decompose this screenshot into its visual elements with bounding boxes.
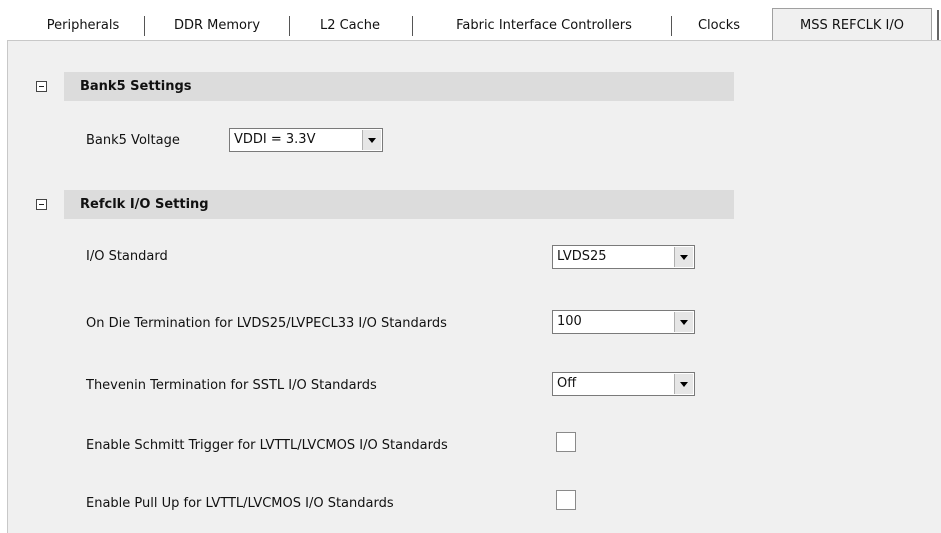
collapse-bank5-icon[interactable]: [36, 81, 47, 92]
settings-panel: [7, 40, 941, 533]
tab-mss-refclk-io[interactable]: MSS REFCLK I/O: [772, 8, 932, 41]
chevron-down-icon[interactable]: [674, 247, 693, 267]
tab-separator: [144, 16, 145, 36]
tab-separator: [671, 16, 672, 36]
tab-l2-cache[interactable]: L2 Cache: [298, 12, 402, 40]
pull-up-label: Enable Pull Up for LVTTL/LVCMOS I/O Stan…: [86, 496, 394, 511]
tab-edge: [937, 10, 939, 41]
chevron-down-icon[interactable]: [674, 374, 693, 394]
tab-ddr-memory[interactable]: DDR Memory: [156, 12, 278, 40]
tab-peripherals[interactable]: Peripherals: [28, 12, 138, 40]
refclk-section-title: Refclk I/O Setting: [80, 197, 209, 212]
io-standard-value: LVDS25: [557, 249, 607, 264]
bank5-voltage-label: Bank5 Voltage: [86, 133, 180, 148]
tab-strip: Peripherals DDR Memory L2 Cache Fabric I…: [0, 0, 941, 41]
collapse-refclk-icon[interactable]: [36, 199, 47, 210]
tab-clocks[interactable]: Clocks: [680, 12, 758, 40]
odt-label: On Die Termination for LVDS25/LVPECL33 I…: [86, 316, 447, 331]
schmitt-trigger-checkbox[interactable]: [556, 432, 576, 452]
odt-select[interactable]: 100: [552, 310, 695, 334]
thevenin-value: Off: [557, 376, 577, 391]
chevron-down-icon[interactable]: [674, 312, 693, 332]
pull-up-checkbox[interactable]: [556, 490, 576, 510]
tab-separator: [412, 16, 413, 36]
chevron-down-icon[interactable]: [362, 130, 381, 150]
bank5-section-title: Bank5 Settings: [80, 79, 192, 94]
io-standard-select[interactable]: LVDS25: [552, 245, 695, 269]
io-standard-label: I/O Standard: [86, 249, 168, 264]
bank5-voltage-value: VDDI = 3.3V: [234, 132, 316, 147]
tab-separator: [289, 16, 290, 36]
thevenin-select[interactable]: Off: [552, 372, 695, 396]
thevenin-label: Thevenin Termination for SSTL I/O Standa…: [86, 378, 377, 393]
schmitt-trigger-label: Enable Schmitt Trigger for LVTTL/LVCMOS …: [86, 438, 448, 453]
tab-fabric-interface-controllers[interactable]: Fabric Interface Controllers: [426, 12, 662, 40]
bank5-voltage-select[interactable]: VDDI = 3.3V: [229, 128, 383, 152]
odt-value: 100: [557, 314, 582, 329]
